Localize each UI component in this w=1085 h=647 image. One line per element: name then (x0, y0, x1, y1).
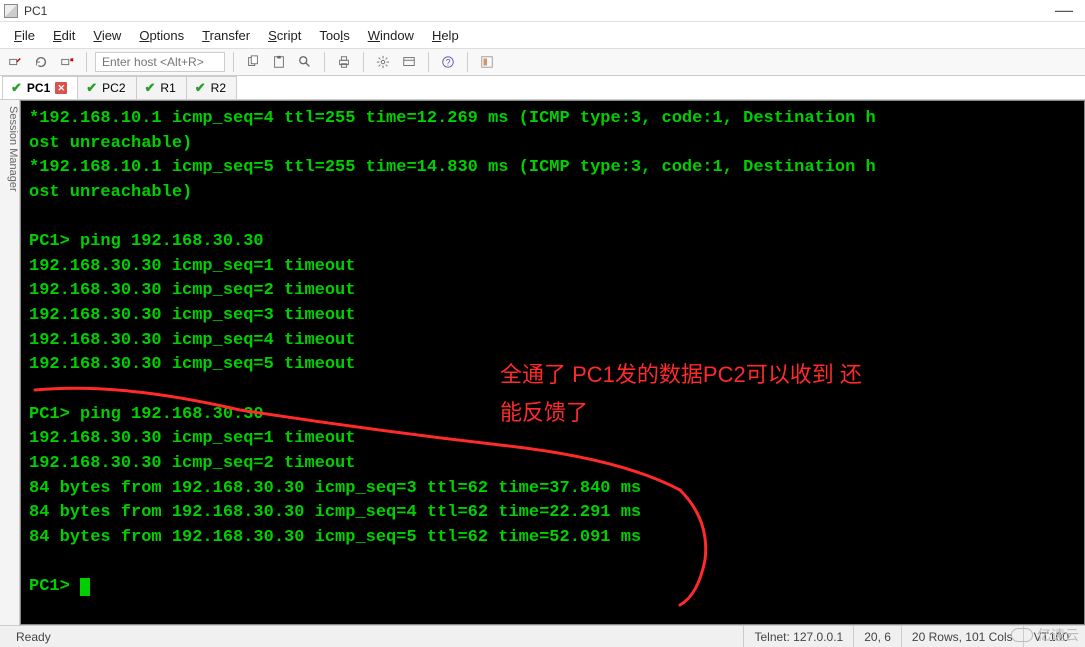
main-area: Session Manager *192.168.10.1 icmp_seq=4… (0, 100, 1085, 625)
toolbar: ? (0, 48, 1085, 76)
reconnect-icon[interactable] (30, 51, 52, 73)
app-icon (4, 4, 18, 18)
disconnect-icon[interactable] (56, 51, 78, 73)
menu-tools[interactable]: Tools (311, 25, 357, 46)
titlebar: PC1 — (0, 0, 1085, 22)
tab-pc2[interactable]: ✔ PC2 (77, 76, 136, 99)
menu-file[interactable]: File (6, 25, 43, 46)
session-icon[interactable] (398, 51, 420, 73)
print-icon[interactable] (333, 51, 355, 73)
tab-label: R1 (160, 81, 175, 95)
check-icon: ✔ (195, 80, 206, 96)
menu-window[interactable]: Window (360, 25, 422, 46)
svg-text:?: ? (446, 58, 451, 68)
settings-icon[interactable] (372, 51, 394, 73)
help-icon[interactable]: ? (437, 51, 459, 73)
toggle-icon[interactable] (476, 51, 498, 73)
status-position: 20, 6 (853, 626, 901, 647)
menu-view[interactable]: View (85, 25, 129, 46)
menu-options[interactable]: Options (131, 25, 192, 46)
tab-label: PC2 (102, 81, 125, 95)
connect-icon[interactable] (4, 51, 26, 73)
menu-help[interactable]: Help (424, 25, 467, 46)
paste-icon[interactable] (268, 51, 290, 73)
menu-script[interactable]: Script (260, 25, 309, 46)
menu-transfer[interactable]: Transfer (194, 25, 258, 46)
status-ready: Ready (6, 626, 743, 647)
tab-label: PC1 (27, 81, 50, 95)
check-icon: ✔ (86, 80, 97, 96)
check-icon: ✔ (145, 80, 156, 96)
menubar: File Edit View Options Transfer Script T… (0, 22, 1085, 48)
host-input[interactable] (95, 52, 225, 72)
tab-r2[interactable]: ✔ R2 (186, 76, 237, 99)
annotation-text-2: 能反馈了 (500, 396, 588, 429)
annotation-text-1: 全通了 PC1发的数据PC2可以收到 还 (500, 358, 862, 391)
status-dimensions: 20 Rows, 101 Cols (901, 626, 1023, 647)
tab-r1[interactable]: ✔ R1 (136, 76, 187, 99)
tabbar: ✔ PC1 ✕ ✔ PC2 ✔ R1 ✔ R2 (0, 76, 1085, 100)
tab-label: R2 (211, 81, 226, 95)
side-panel-label: Session Manager (7, 106, 19, 192)
check-icon: ✔ (11, 80, 22, 96)
tab-pc1[interactable]: ✔ PC1 ✕ (2, 76, 78, 99)
watermark: 亿速云 (1011, 625, 1079, 645)
watermark-text: 亿速云 (1037, 625, 1079, 645)
window-title: PC1 (24, 4, 47, 18)
status-connection: Telnet: 127.0.0.1 (743, 626, 853, 647)
statusbar: Ready Telnet: 127.0.0.1 20, 6 20 Rows, 1… (0, 625, 1085, 647)
minimize-button[interactable]: — (1047, 0, 1081, 21)
close-icon[interactable]: ✕ (55, 82, 67, 94)
menu-edit[interactable]: Edit (45, 25, 83, 46)
cloud-icon (1011, 628, 1033, 642)
find-icon[interactable] (294, 51, 316, 73)
session-manager-panel[interactable]: Session Manager (0, 100, 20, 625)
copy-icon[interactable] (242, 51, 264, 73)
